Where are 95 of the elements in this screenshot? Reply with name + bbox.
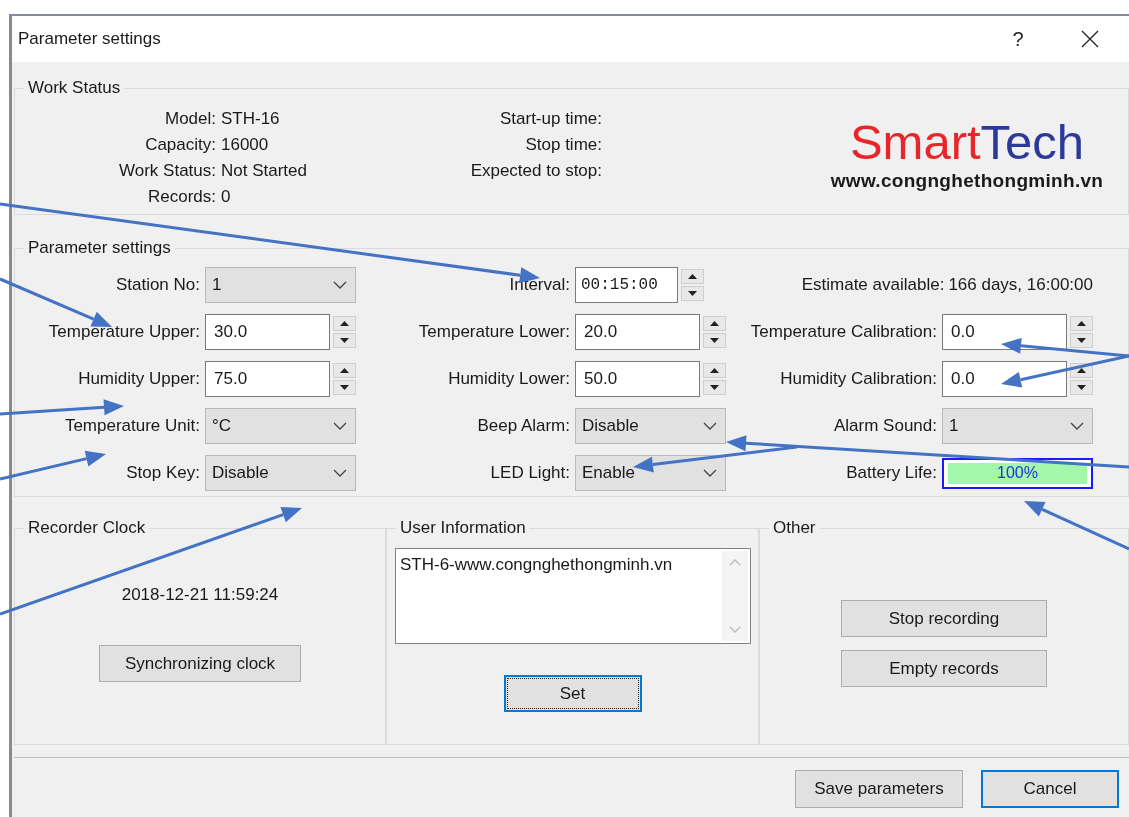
sync-button[interactable]: Synchronizing clock — [99, 645, 301, 682]
info-label: Stop time: — [525, 134, 602, 156]
button[interactable]: Stop recording — [841, 600, 1047, 637]
spin-up-button[interactable] — [681, 269, 704, 284]
dropdown[interactable]: Disable — [205, 455, 356, 491]
window-title: Parameter settings — [18, 29, 161, 49]
button[interactable]: Save parameters — [795, 770, 963, 808]
down-triangle-icon — [710, 338, 719, 343]
down-triangle-icon — [710, 385, 719, 390]
group-label: User Information — [399, 518, 527, 538]
time-field[interactable]: 00:15:00 — [575, 267, 678, 303]
up-triangle-icon — [340, 368, 349, 373]
up-triangle-icon — [340, 321, 349, 326]
info-value: 16000 — [220, 134, 270, 156]
spin-up-button[interactable] — [333, 363, 356, 378]
spin-down-button[interactable] — [703, 380, 726, 395]
field-label: Station No: — [115, 275, 200, 295]
number-field[interactable]: 75.0 — [205, 361, 330, 397]
field-label: Humidity Upper: — [78, 369, 200, 389]
group-label: Recorder Clock — [27, 518, 147, 538]
chevron-down-icon — [333, 469, 347, 477]
info-value: Not Started — [220, 160, 308, 182]
chevron-down-icon — [703, 469, 717, 477]
down-triangle-icon — [688, 291, 697, 296]
field-label: Temperature Upper: — [48, 322, 200, 342]
field-label: Estimate available: — [801, 275, 945, 295]
number-field[interactable]: 30.0 — [205, 314, 330, 350]
spin-up-button[interactable] — [703, 316, 726, 331]
field-label: Temperature Calibration: — [750, 322, 937, 342]
logo-text: SmartTech — [849, 114, 1085, 170]
button[interactable]: Cancel — [981, 770, 1119, 808]
spin-down-button[interactable] — [1070, 380, 1093, 395]
info-value: STH-16 — [220, 108, 281, 130]
down-triangle-icon — [1077, 385, 1086, 390]
field-label: LED Light: — [490, 463, 570, 483]
scrollbar[interactable] — [722, 551, 748, 641]
field-label: Battery Life: — [846, 463, 937, 483]
info-label: Model: — [163, 108, 216, 130]
help-button[interactable]: ? — [993, 16, 1043, 62]
dropdown[interactable]: °C — [205, 408, 356, 444]
group-label: Other — [772, 518, 817, 538]
number-field[interactable]: 20.0 — [575, 314, 700, 350]
down-triangle-icon — [1077, 338, 1086, 343]
clock-time: 2018-12-21 11:59:24 — [121, 585, 279, 605]
spin-down-button[interactable] — [681, 286, 704, 301]
dropdown[interactable]: 1 — [205, 267, 356, 303]
group-label: Parameter settings — [27, 238, 172, 258]
number-field[interactable]: 0.0 — [942, 361, 1067, 397]
down-triangle-icon — [340, 385, 349, 390]
field-label: Temperature Unit: — [64, 416, 200, 436]
dropdown[interactable]: Enable — [575, 455, 726, 491]
chevron-down-icon — [333, 281, 347, 289]
field-label: Alarm Sound: — [834, 416, 937, 436]
field-label: Interval: — [509, 275, 570, 295]
info-label: Records: — [146, 186, 216, 208]
up-triangle-icon — [1077, 368, 1086, 373]
info-value: 166 days, 16:00:00 — [947, 275, 1093, 295]
up-triangle-icon — [710, 368, 719, 373]
info-label: Capacity: — [144, 134, 216, 156]
field-label: Temperature Lower: — [418, 322, 570, 342]
chevron-down-icon — [703, 422, 717, 430]
group-label: Work Status — [27, 78, 122, 98]
chevron-down-icon — [729, 626, 741, 633]
spin-down-button[interactable] — [703, 333, 726, 348]
field-label: Stop Key: — [126, 463, 200, 483]
spin-up-button[interactable] — [333, 316, 356, 331]
info-label: Expected to stop: — [470, 160, 602, 182]
up-triangle-icon — [1077, 321, 1086, 326]
up-triangle-icon — [688, 274, 697, 279]
spin-down-button[interactable] — [333, 333, 356, 348]
number-field[interactable]: 50.0 — [575, 361, 700, 397]
chevron-up-icon — [729, 559, 741, 566]
info-label: Start-up time: — [499, 108, 602, 130]
spin-up-button[interactable] — [703, 363, 726, 378]
info-label: Work Status: — [118, 160, 216, 182]
dropdown[interactable]: 1 — [942, 408, 1093, 444]
text-area[interactable]: STH-6-www.congnghethongminh.vn — [395, 548, 751, 644]
button[interactable]: Empty records — [841, 650, 1047, 687]
field-label: Humidity Calibration: — [780, 369, 937, 389]
up-triangle-icon — [710, 321, 719, 326]
chevron-down-icon — [333, 422, 347, 430]
dropdown[interactable]: Disable — [575, 408, 726, 444]
logo-url: www.congnghethongminh.vn — [829, 170, 1105, 192]
info-value: 0 — [220, 186, 232, 208]
down-triangle-icon — [340, 338, 349, 343]
spin-down-button[interactable] — [1070, 333, 1093, 348]
number-field[interactable]: 0.0 — [942, 314, 1067, 350]
spin-up-button[interactable] — [1070, 316, 1093, 331]
close-icon — [1081, 30, 1099, 48]
spin-down-button[interactable] — [333, 380, 356, 395]
chevron-down-icon — [1070, 422, 1084, 430]
field-label: Beep Alarm: — [477, 416, 570, 436]
field-label: Humidity Lower: — [448, 369, 570, 389]
set-button[interactable]: Set — [503, 675, 642, 712]
meter-reading: 100% — [996, 463, 1039, 483]
